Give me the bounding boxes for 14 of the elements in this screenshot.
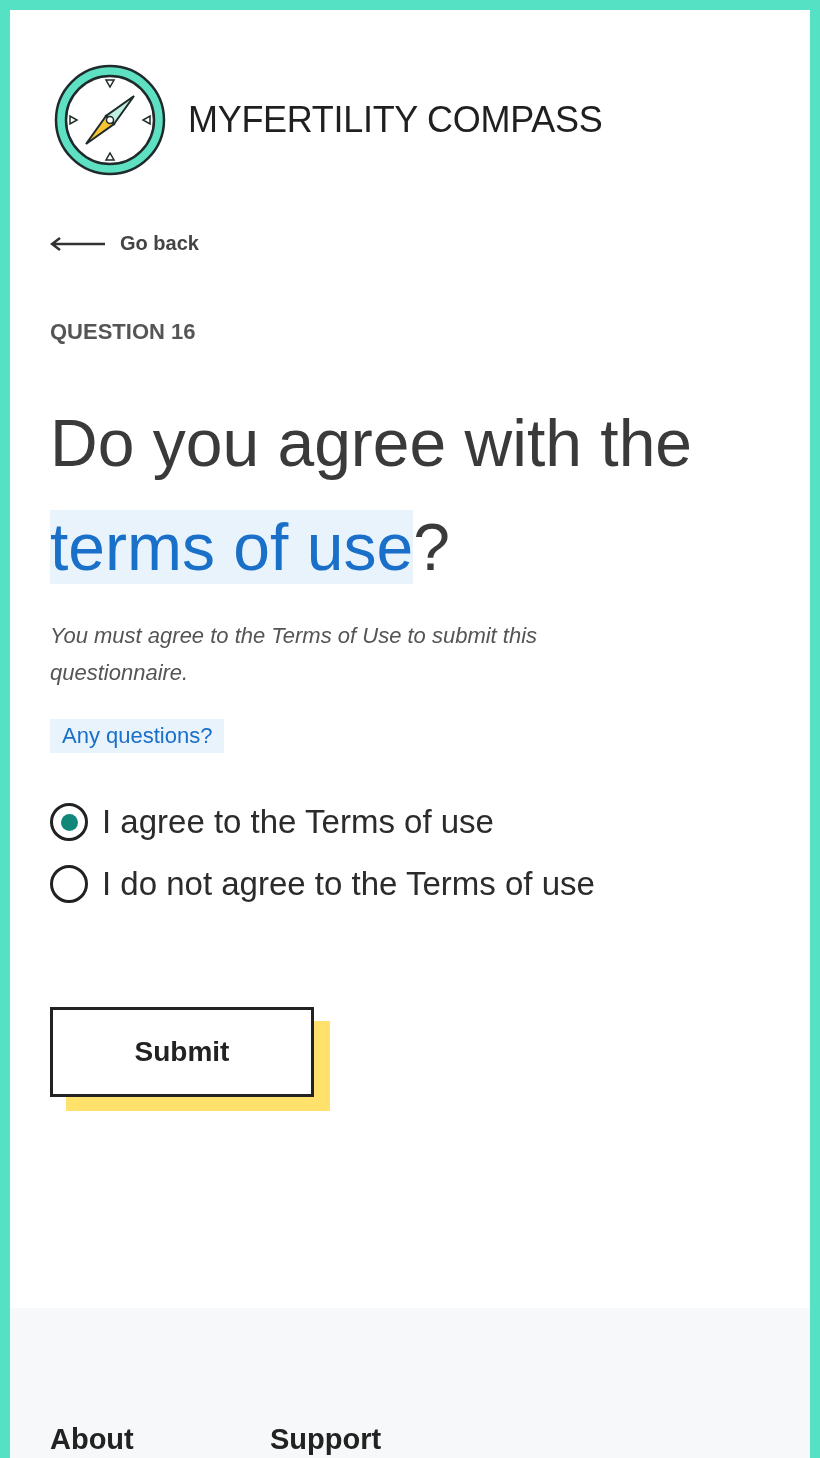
left-arrow-icon [50,236,106,251]
any-questions-link[interactable]: Any questions? [50,719,225,753]
brand-name: MYFERTILITY COMPASS [188,99,603,141]
option-label: I agree to the Terms of use [102,803,494,841]
question-title: Do you agree with the terms of use? [50,405,694,586]
hint-text: You must agree to the Terms of Use to submit this questionnaire. [50,622,539,687]
question-number: QUESTION 16 [50,319,196,345]
terms-of-use-link[interactable]: terms of use [50,510,414,584]
radio-option[interactable]: I agree to the Terms of use [50,803,595,841]
radio-button[interactable] [50,803,88,841]
footer-heading: Support [270,1423,383,1456]
footer-heading: About [50,1423,135,1456]
radio-button[interactable] [50,865,88,903]
go-back-link[interactable]: Go back [50,232,199,255]
